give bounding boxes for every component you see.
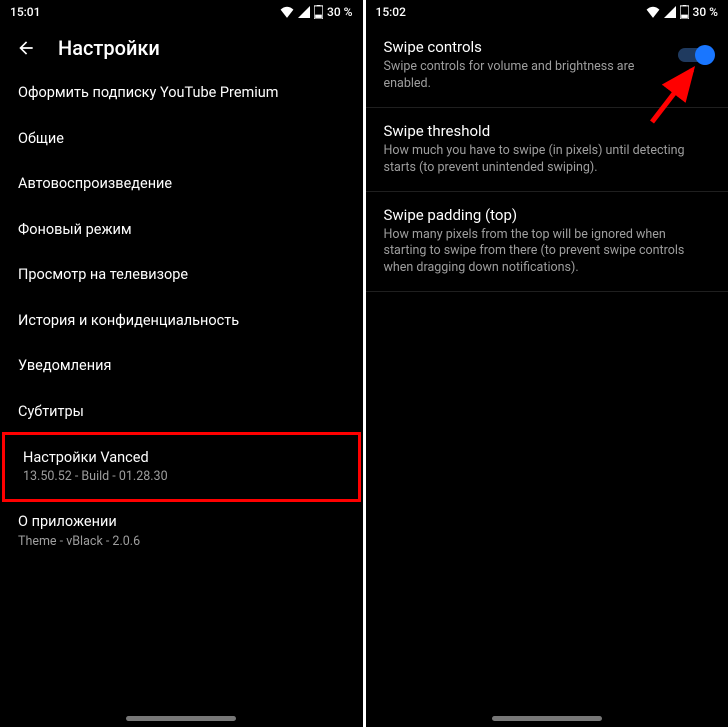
nav-bar <box>366 687 728 727</box>
signal-icon <box>664 6 676 18</box>
page-title: Настройки <box>58 36 160 60</box>
item-title: Автовоспроизведение <box>18 174 345 194</box>
status-time: 15:02 <box>376 5 406 19</box>
phone-right: 15:02 30 % Swipe controls Swipe controls … <box>363 0 728 727</box>
setting-title: Swipe controls <box>384 38 711 56</box>
battery-icon <box>680 5 689 19</box>
item-title: Настройки Vanced <box>23 448 340 468</box>
settings-list: Swipe controls Swipe controls for volume … <box>366 24 728 687</box>
settings-list: Оформить подписку YouTube Premium Общие Ав… <box>0 70 363 687</box>
back-arrow-icon[interactable] <box>16 38 36 58</box>
status-bar: 15:02 30 % <box>366 0 728 24</box>
highlight-annotation: Настройки Vanced13.50.52 - Build - 01.28… <box>2 432 361 502</box>
wifi-icon <box>646 6 660 18</box>
item-title: О приложении <box>18 512 345 532</box>
settings-item[interactable]: Субтитры <box>0 389 363 435</box>
phone-left: 15:01 30 % Настройки Оформить подписку Y… <box>0 0 363 727</box>
item-subtitle: 13.50.52 - Build - 01.28.30 <box>23 469 340 486</box>
setting-description: How many pixels from the top will be ign… <box>384 227 711 278</box>
status-icons: 30 % <box>280 5 352 19</box>
item-title: История и конфиденциальность <box>18 311 345 331</box>
header: Настройки <box>0 24 363 70</box>
settings-item[interactable]: Оформить подписку YouTube Premium <box>0 70 363 116</box>
setting-description: How much you have to swipe (in pixels) u… <box>384 143 711 177</box>
status-battery: 30 % <box>327 5 352 19</box>
setting-title: Swipe threshold <box>384 122 711 140</box>
nav-bar <box>0 687 363 727</box>
settings-item[interactable]: История и конфиденциальность <box>0 298 363 344</box>
nav-pill[interactable] <box>126 716 236 721</box>
setting-description: Swipe controls for volume and brightness… <box>384 59 711 93</box>
status-battery: 30 % <box>693 5 718 19</box>
signal-icon <box>298 6 310 18</box>
status-icons: 30 % <box>646 5 718 19</box>
item-title: Субтитры <box>18 402 345 422</box>
setting-item[interactable]: Swipe controls Swipe controls for volume … <box>366 24 728 108</box>
item-title: Уведомления <box>18 356 345 376</box>
nav-pill[interactable] <box>492 716 602 721</box>
settings-item[interactable]: Автовоспроизведение <box>0 161 363 207</box>
setting-title: Swipe padding (top) <box>384 206 711 224</box>
item-title: Общие <box>18 129 345 149</box>
settings-item[interactable]: Настройки Vanced13.50.52 - Build - 01.28… <box>5 435 358 499</box>
settings-item[interactable]: Просмотр на телевизоре <box>0 252 363 298</box>
toggle-switch[interactable] <box>678 48 712 62</box>
item-title: Фоновый режим <box>18 220 345 240</box>
item-title: Просмотр на телевизоре <box>18 265 345 285</box>
status-bar: 15:01 30 % <box>0 0 363 24</box>
status-time: 15:01 <box>10 5 40 19</box>
setting-item[interactable]: Swipe threshold How much you have to swip… <box>366 108 728 192</box>
settings-item[interactable]: Общие <box>0 116 363 162</box>
wifi-icon <box>280 6 294 18</box>
battery-icon <box>314 5 323 19</box>
item-subtitle: Theme - vBlack - 2.0.6 <box>18 534 345 551</box>
setting-item[interactable]: Swipe padding (top) How many pixels from … <box>366 192 728 293</box>
item-title: Оформить подписку YouTube Premium <box>18 83 345 103</box>
settings-item[interactable]: Фоновый режим <box>0 207 363 253</box>
settings-item[interactable]: Уведомления <box>0 343 363 389</box>
settings-item[interactable]: О приложении Theme - vBlack - 2.0.6 <box>0 499 363 563</box>
